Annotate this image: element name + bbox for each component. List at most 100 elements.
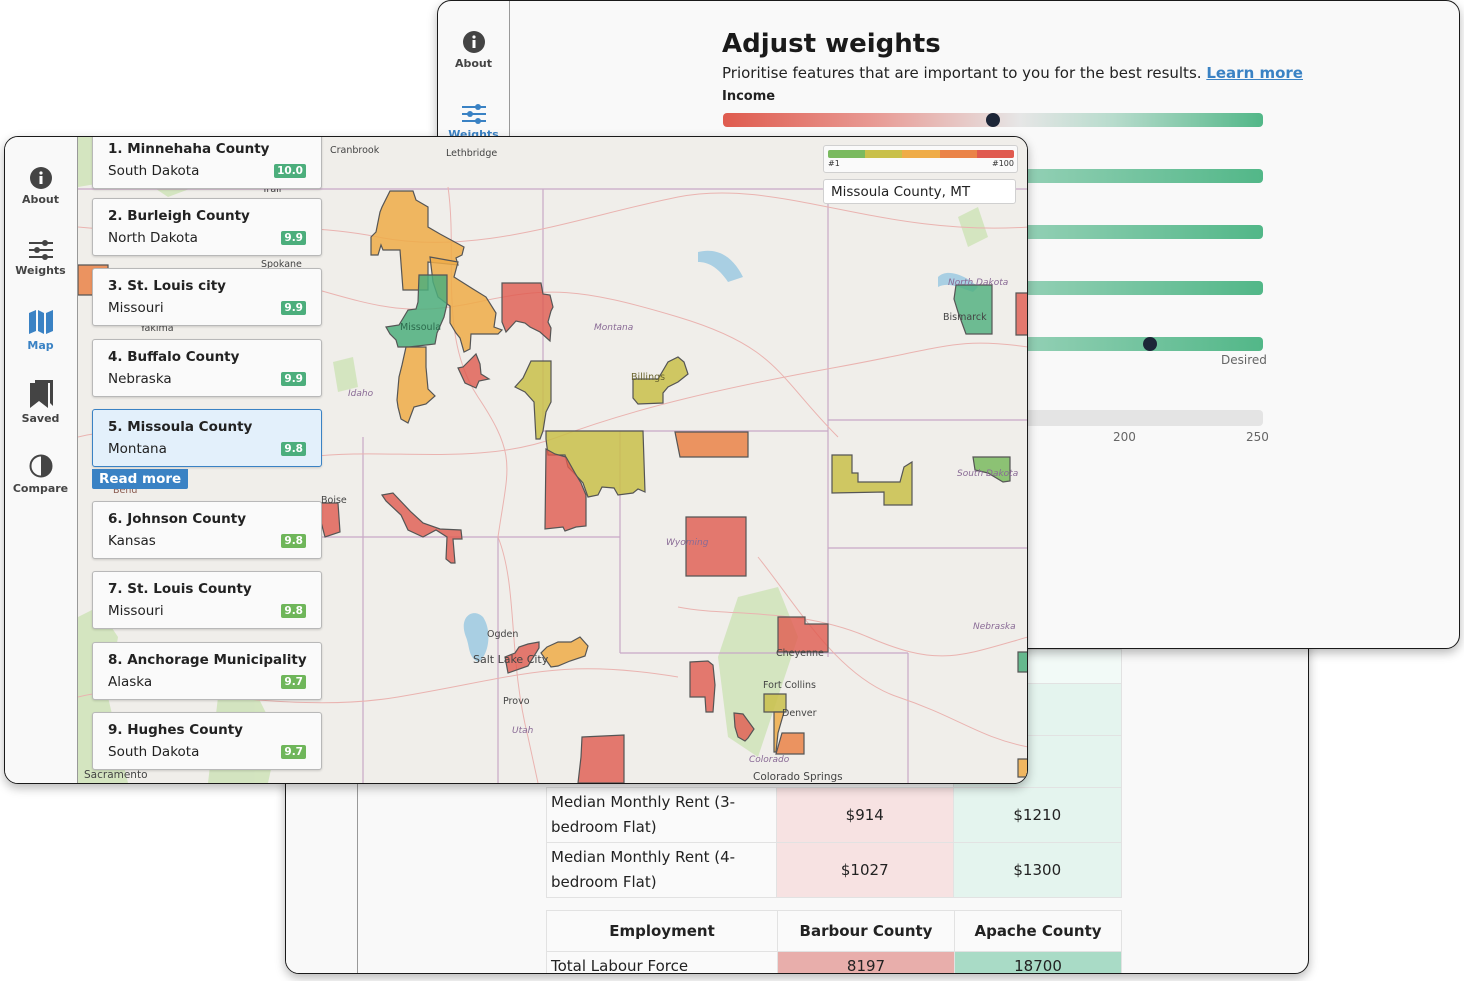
slider-label-income: Income xyxy=(722,89,776,104)
nav-label: About xyxy=(454,57,493,70)
map-canvas[interactable]: Cranbrook Lethbridge Trail Spokane Yakim… xyxy=(78,137,1027,783)
result-card[interactable]: 7. St. Louis County Missouri 9.8 xyxy=(92,571,322,629)
nav-label: About xyxy=(21,193,60,206)
income-slider[interactable] xyxy=(723,113,1263,127)
score-badge: 9.7 xyxy=(281,745,306,759)
result-title: 3. St. Louis city xyxy=(108,278,226,294)
score-badge: 9.7 xyxy=(281,675,306,689)
county-polygon xyxy=(689,660,716,713)
nav-weights[interactable]: Weights xyxy=(5,240,76,277)
result-state: South Dakota xyxy=(108,744,200,760)
map-label: Boise xyxy=(321,495,347,506)
legend-swatch xyxy=(902,150,940,158)
result-card[interactable]: 9. Hughes County South Dakota 9.7 xyxy=(92,712,322,770)
nav-label: Saved xyxy=(21,412,60,425)
map-label: Billings xyxy=(631,372,666,383)
column-header: Barbour County xyxy=(777,910,955,952)
result-title: 9. Hughes County xyxy=(108,722,243,738)
county-polygon xyxy=(1017,651,1027,673)
table-cell: $1300 xyxy=(952,842,1122,898)
result-state: Missouri xyxy=(108,300,164,316)
score-badge: 9.8 xyxy=(281,534,306,548)
result-card[interactable]: 6. Johnson County Kansas 9.8 xyxy=(92,501,322,559)
read-more-button[interactable]: Read more xyxy=(92,469,189,489)
range-tick: 250 xyxy=(1246,430,1269,444)
result-state: Alaska xyxy=(108,674,153,690)
nav-saved[interactable]: Saved xyxy=(5,380,76,425)
column-header: Employment xyxy=(546,910,778,952)
map-label: Provo xyxy=(503,696,530,707)
result-title: 2. Burleigh County xyxy=(108,208,250,224)
score-badge: 9.9 xyxy=(281,372,306,386)
result-title: 6. Johnson County xyxy=(108,511,247,527)
comparison-table-employment: Employment Barbour County Apache County … xyxy=(546,910,1122,973)
page-subtitle: Prioritise features that are important t… xyxy=(722,64,1303,82)
county-polygon xyxy=(514,360,552,440)
info-icon xyxy=(462,31,485,53)
map-label: Colorado Springs xyxy=(753,771,843,783)
county-polygon xyxy=(396,346,436,424)
learn-more-link[interactable]: Learn more xyxy=(1206,64,1303,82)
score-badge: 9.8 xyxy=(281,442,306,456)
nav-map[interactable]: Map xyxy=(5,309,76,352)
slider-thumb[interactable] xyxy=(1143,337,1157,351)
result-card[interactable]: 8. Anchorage Municipality Alaska 9.7 xyxy=(92,642,322,700)
legend-min-label: #1 xyxy=(828,159,840,168)
map-label: Wyoming xyxy=(666,538,709,548)
contrast-icon xyxy=(29,454,52,478)
score-badge: 9.9 xyxy=(281,301,306,315)
result-card[interactable]: 3. St. Louis city Missouri 9.9 xyxy=(92,268,322,326)
bookmark-icon xyxy=(29,380,53,408)
result-state: South Dakota xyxy=(108,163,200,179)
county-polygon xyxy=(577,734,625,783)
county-search-input[interactable]: Missoula County, MT xyxy=(823,179,1016,204)
county-polygon xyxy=(1015,292,1027,336)
map-label: South Dakota xyxy=(957,469,1019,479)
result-title: 4. Buffalo County xyxy=(108,349,240,365)
score-badge: 9.9 xyxy=(281,231,306,245)
score-badge: 10.0 xyxy=(274,164,306,178)
result-state: Missouri xyxy=(108,603,164,619)
nav-about[interactable]: About xyxy=(438,31,509,70)
map-label: Salt Lake City xyxy=(473,653,549,666)
legend-max-label: #100 xyxy=(992,159,1014,168)
row-label: Median Monthly Rent (4-bedroom Flat) xyxy=(546,842,777,898)
nav-label: Map xyxy=(27,339,54,352)
map-label: Sacramento xyxy=(84,769,148,781)
county-polygon xyxy=(380,492,463,564)
result-state: North Dakota xyxy=(108,230,198,246)
table-row: Total Labour Force 8197 18700 xyxy=(546,951,1122,973)
map-label: Fort Collins xyxy=(763,680,816,691)
result-card[interactable]: 4. Buffalo County Nebraska 9.9 xyxy=(92,339,322,397)
nav-label: Weights xyxy=(15,264,66,277)
legend-swatch xyxy=(939,150,977,158)
map-label: Montana xyxy=(594,323,634,333)
result-card-selected[interactable]: 5. Missoula County Montana 9.8 xyxy=(92,409,322,467)
map-label: Cranbrook xyxy=(330,145,380,156)
table-row: Median Monthly Rent (3-bedroom Flat) $91… xyxy=(546,787,1122,843)
map-label: Ogden xyxy=(487,629,519,640)
map-label: Bismarck xyxy=(943,312,987,323)
result-card[interactable]: 1. Minnehaha County South Dakota 10.0 xyxy=(92,137,322,189)
map-label: Missoula xyxy=(400,322,442,333)
county-polygon xyxy=(674,431,749,458)
table-cell: $914 xyxy=(776,787,954,843)
map-label: Utah xyxy=(512,726,534,736)
result-state: Kansas xyxy=(108,533,156,549)
table-header-row: Employment Barbour County Apache County xyxy=(546,910,1122,952)
nav-compare[interactable]: Compare xyxy=(5,454,76,495)
result-title: 7. St. Louis County xyxy=(108,581,252,597)
table-cell: 18700 xyxy=(954,951,1122,973)
map-label: Idaho xyxy=(348,389,374,399)
nav-about[interactable]: About xyxy=(5,167,76,206)
result-title: 8. Anchorage Municipality xyxy=(108,652,307,668)
slider-thumb[interactable] xyxy=(986,113,1000,127)
result-state: Montana xyxy=(108,441,167,457)
result-card[interactable]: 2. Burleigh County North Dakota 9.9 xyxy=(92,198,322,256)
rank-color-legend: #1 #100 xyxy=(823,145,1018,173)
row-label: Total Labour Force xyxy=(546,951,778,973)
result-title: 5. Missoula County xyxy=(108,419,253,435)
subtitle-text: Prioritise features that are important t… xyxy=(722,64,1202,82)
result-title: 1. Minnehaha County xyxy=(108,141,270,157)
page-title: Adjust weights xyxy=(722,29,941,59)
